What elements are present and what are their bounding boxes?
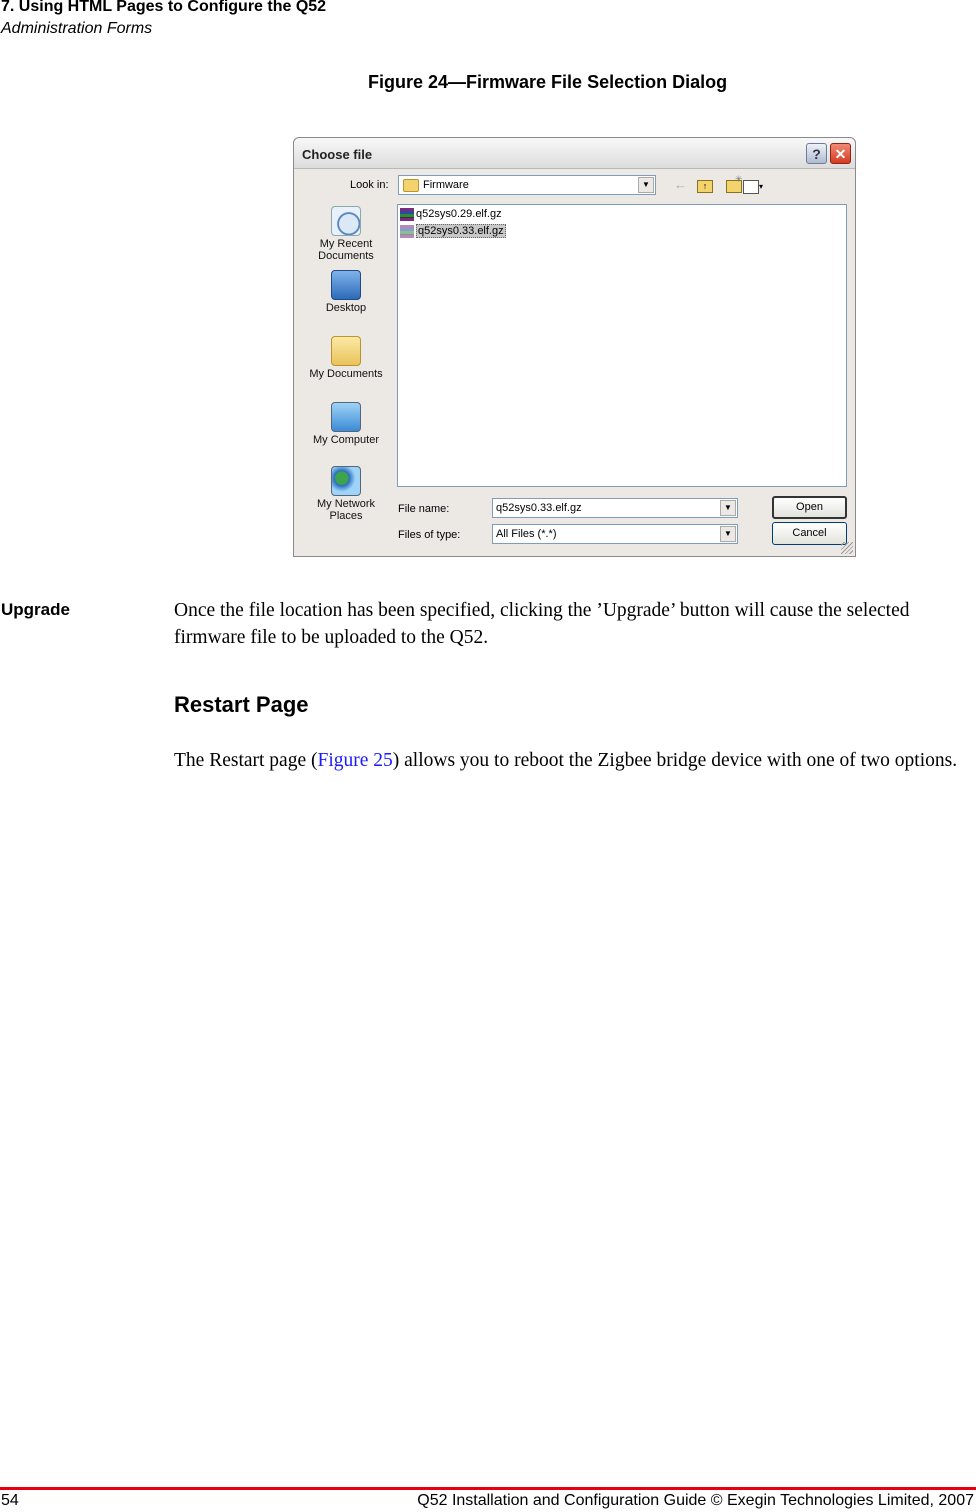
place-label: My Computer [312,434,380,446]
chapter-title: 7. Using HTML Pages to Configure the Q52 [1,0,327,15]
section-title: Administration Forms [1,20,153,37]
cancel-button[interactable]: Cancel [772,522,847,545]
folder-icon [403,179,419,192]
restart-description: The Restart page (Figure 25) allows you … [174,747,974,774]
place-label-line2: Places [329,510,363,522]
section-heading: Restart Page [174,692,309,717]
para-text: ) allows you to reboot the Zigbee bridge… [392,750,958,771]
file-type-value: All Files (*.*) [496,528,557,540]
upgrade-description: Once the file location has been specifie… [174,600,910,648]
file-name-input[interactable]: q52sys0.33.elf.gz ▼ [492,498,738,518]
dialog-titlebar[interactable]: Choose file ? ✕ [294,138,855,169]
figure-25-link[interactable]: Figure 25 [317,750,392,771]
place-my-computer[interactable]: My Computer [300,402,392,446]
file-name-value: q52sys0.33.elf.gz [496,502,582,514]
file-type-label: Files of type: [398,529,461,541]
dialog-title: Choose file [302,147,373,162]
views-caret-icon[interactable]: ▾ [759,180,763,193]
file-name: q52sys0.29.elf.gz [416,208,502,220]
place-label-line2: Documents [318,250,374,262]
resize-grip-icon[interactable] [841,542,853,554]
place-my-network-places[interactable]: My Network Places [300,466,392,522]
place-label: My Network [316,498,376,510]
chevron-down-icon[interactable]: ▼ [720,500,736,516]
desktop-icon [331,270,361,300]
open-button[interactable]: Open [772,496,847,519]
my-documents-icon [331,336,361,366]
my-computer-icon [331,402,361,432]
recent-documents-icon [331,206,361,236]
file-item-selected[interactable]: q52sys0.33.elf.gz [400,224,506,239]
help-button[interactable]: ? [806,143,827,164]
new-folder-spark-icon: ✳ [735,174,743,184]
file-name-label: File name: [398,503,450,515]
compressed-file-icon [400,207,414,221]
chevron-down-icon[interactable]: ▼ [720,526,736,542]
place-label: My Recent [319,238,373,250]
para-text: The Restart page ( [174,750,318,771]
look-in-value: Firmware [423,179,469,191]
file-type-dropdown[interactable]: All Files (*.*) ▼ [492,524,738,544]
place-my-recent-documents[interactable]: My Recent Documents [300,206,392,262]
place-my-documents[interactable]: My Documents [300,336,392,380]
term-upgrade: Upgrade [1,600,70,619]
figure-caption: Figure 24—Firmware File Selection Dialog [368,72,728,92]
page-number: 54 [1,1492,19,1509]
network-places-icon [331,466,361,496]
close-button[interactable]: ✕ [830,143,851,164]
footer-text: Q52 Installation and Configuration Guide… [417,1492,974,1509]
look-in-dropdown[interactable]: Firmware ▼ [398,175,656,195]
up-folder-icon[interactable]: ↑ [697,180,713,193]
place-label: My Documents [309,368,383,380]
choose-file-dialog: Choose file ? ✕ Look in: Firmware ▼ ← ↑ … [293,137,856,557]
look-in-label: Look in: [350,179,389,191]
chevron-down-icon[interactable]: ▼ [638,177,654,193]
back-arrow-icon[interactable]: ← [674,178,687,191]
file-list[interactable]: q52sys0.29.elf.gz q52sys0.33.elf.gz [397,204,847,487]
compressed-file-icon [400,224,414,238]
footer-divider [0,1487,976,1490]
file-name: q52sys0.33.elf.gz [416,224,506,238]
place-desktop[interactable]: Desktop [300,270,392,314]
file-item[interactable]: q52sys0.29.elf.gz [400,207,502,222]
place-label: Desktop [325,302,367,314]
views-menu-icon[interactable] [743,180,759,194]
